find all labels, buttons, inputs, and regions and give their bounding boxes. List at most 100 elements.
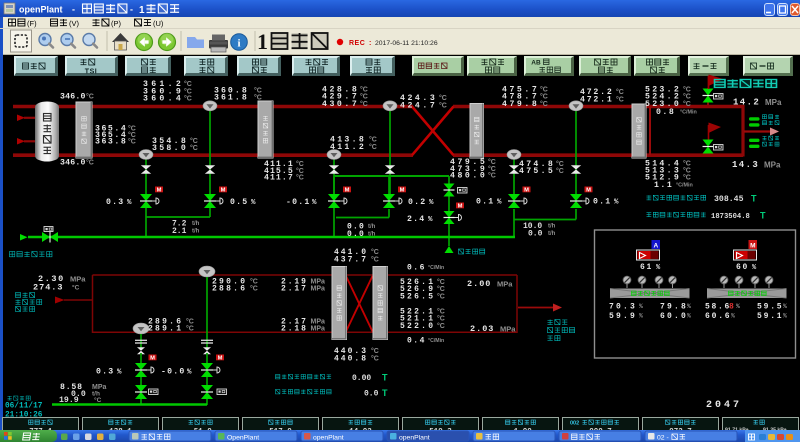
svg-text:MPa: MPa xyxy=(497,280,513,289)
svg-text:°C: °C xyxy=(184,95,192,103)
svg-text:MPa: MPa xyxy=(764,161,781,170)
svg-text:8: 8 xyxy=(729,302,734,311)
svg-text:openPlant: openPlant xyxy=(313,435,344,442)
svg-text:t/h: t/h xyxy=(548,224,556,230)
svg-text:411.2: 411.2 xyxy=(330,143,366,152)
svg-text:437.7: 437.7 xyxy=(334,256,368,265)
svg-text:°C: °C xyxy=(439,101,447,109)
svg-text:0.1: 0.1 xyxy=(593,198,611,207)
svg-text:02 -: 02 - xyxy=(657,435,669,442)
svg-text:1: 1 xyxy=(257,29,268,54)
svg-text:%: % xyxy=(752,264,757,272)
svg-text:REC: REC xyxy=(349,40,365,47)
svg-text::: : xyxy=(369,40,371,47)
svg-text:0.0: 0.0 xyxy=(528,230,543,239)
svg-text:411.7: 411.7 xyxy=(264,174,294,183)
svg-text:346.0: 346.0 xyxy=(60,92,86,101)
svg-text:0.0: 0.0 xyxy=(347,230,365,239)
svg-text:°C: °C xyxy=(437,322,445,330)
svg-text:(P): (P) xyxy=(111,19,122,28)
svg-text:522.0: 522.0 xyxy=(400,322,435,331)
svg-text:308.45: 308.45 xyxy=(714,195,744,204)
svg-text:59.5: 59.5 xyxy=(757,302,783,311)
svg-text:1873504.8: 1873504.8 xyxy=(711,213,750,221)
svg-text:0.6: 0.6 xyxy=(407,264,426,273)
svg-text:t/h: t/h xyxy=(192,228,200,234)
svg-text:%: % xyxy=(428,216,433,224)
svg-text:14.2: 14.2 xyxy=(733,98,760,108)
svg-text:2.4: 2.4 xyxy=(407,215,425,224)
svg-text:%: % xyxy=(656,264,661,272)
svg-text:59.9: 59.9 xyxy=(609,312,637,321)
svg-text:t/h: t/h xyxy=(368,224,376,230)
svg-text:-: - xyxy=(130,5,133,15)
svg-text:°C: °C xyxy=(488,172,496,180)
svg-text:°C: °C xyxy=(360,85,368,93)
svg-text:°C: °C xyxy=(250,285,258,293)
svg-text:°C: °C xyxy=(184,87,192,95)
svg-text:288.6: 288.6 xyxy=(212,285,247,294)
svg-text:0.3: 0.3 xyxy=(106,198,124,207)
svg-text:440.8: 440.8 xyxy=(334,355,368,364)
svg-text:2.1: 2.1 xyxy=(172,227,187,236)
svg-text:%: % xyxy=(639,303,643,310)
svg-text:%: % xyxy=(687,313,691,320)
svg-text:(V): (V) xyxy=(69,19,80,28)
svg-text:t/h: t/h xyxy=(548,231,556,237)
svg-text:430.7: 430.7 xyxy=(322,100,359,109)
svg-text:i: i xyxy=(237,38,240,50)
svg-text:0.00: 0.00 xyxy=(352,374,371,383)
svg-text:°C: °C xyxy=(186,325,194,333)
svg-text:361.8: 361.8 xyxy=(214,94,249,103)
svg-text:openPlant: openPlant xyxy=(399,435,430,442)
svg-text:%: % xyxy=(312,199,317,207)
svg-text:60.0: 60.0 xyxy=(660,312,688,321)
svg-text:°C: °C xyxy=(437,278,445,286)
svg-text:°C: °C xyxy=(190,137,198,145)
svg-text:79.8: 79.8 xyxy=(660,302,688,311)
svg-text:°C: °C xyxy=(488,158,496,166)
svg-text:TSI: TSI xyxy=(85,69,97,76)
svg-text:°C: °C xyxy=(360,100,368,108)
svg-text:%: % xyxy=(731,313,735,320)
svg-text:%: % xyxy=(127,199,132,207)
svg-text:°C: °C xyxy=(683,160,691,168)
svg-text:M: M xyxy=(157,188,162,194)
svg-text:MPa: MPa xyxy=(311,326,326,333)
svg-text:-: - xyxy=(72,5,75,15)
svg-text:0.5: 0.5 xyxy=(230,198,248,207)
svg-text:°C/Min: °C/Min xyxy=(676,183,693,189)
svg-text:T: T xyxy=(751,194,757,204)
svg-text:°C: °C xyxy=(296,160,304,168)
svg-text:58.6: 58.6 xyxy=(705,302,731,311)
svg-text:T: T xyxy=(382,388,388,398)
svg-text:°C: °C xyxy=(616,95,624,103)
svg-text:M: M xyxy=(218,356,223,362)
svg-text:-0.1: -0.1 xyxy=(286,198,310,207)
svg-text:363.8: 363.8 xyxy=(95,138,127,147)
svg-text:°C: °C xyxy=(488,165,496,173)
svg-text:OpenPlant: OpenPlant xyxy=(227,435,259,442)
svg-text:0.3: 0.3 xyxy=(96,368,114,377)
svg-text:2.03: 2.03 xyxy=(470,324,494,334)
svg-text:61: 61 xyxy=(640,263,653,272)
svg-text:0.8: 0.8 xyxy=(656,108,675,117)
svg-text:°C: °C xyxy=(72,284,80,292)
svg-text:(U): (U) xyxy=(153,19,164,28)
svg-text:2017-06-11 21:10:26: 2017-06-11 21:10:26 xyxy=(375,40,438,47)
svg-text:°C: °C xyxy=(254,94,262,102)
svg-text:M: M xyxy=(400,188,405,194)
svg-text:%: % xyxy=(117,369,122,377)
svg-text:°C: °C xyxy=(186,317,194,325)
svg-text:°C: °C xyxy=(371,256,379,264)
svg-text:°C/Min: °C/Min xyxy=(428,265,444,271)
svg-text:360.4: 360.4 xyxy=(143,95,184,104)
svg-text:°C: °C xyxy=(437,308,445,316)
svg-text:0.1: 0.1 xyxy=(476,198,494,207)
svg-text:2.18: 2.18 xyxy=(281,325,308,334)
svg-text:%: % xyxy=(187,369,192,377)
svg-text:0.2: 0.2 xyxy=(408,198,426,207)
svg-text:19.9: 19.9 xyxy=(59,396,79,405)
svg-text:%: % xyxy=(687,303,691,310)
svg-text:°C: °C xyxy=(540,85,548,93)
